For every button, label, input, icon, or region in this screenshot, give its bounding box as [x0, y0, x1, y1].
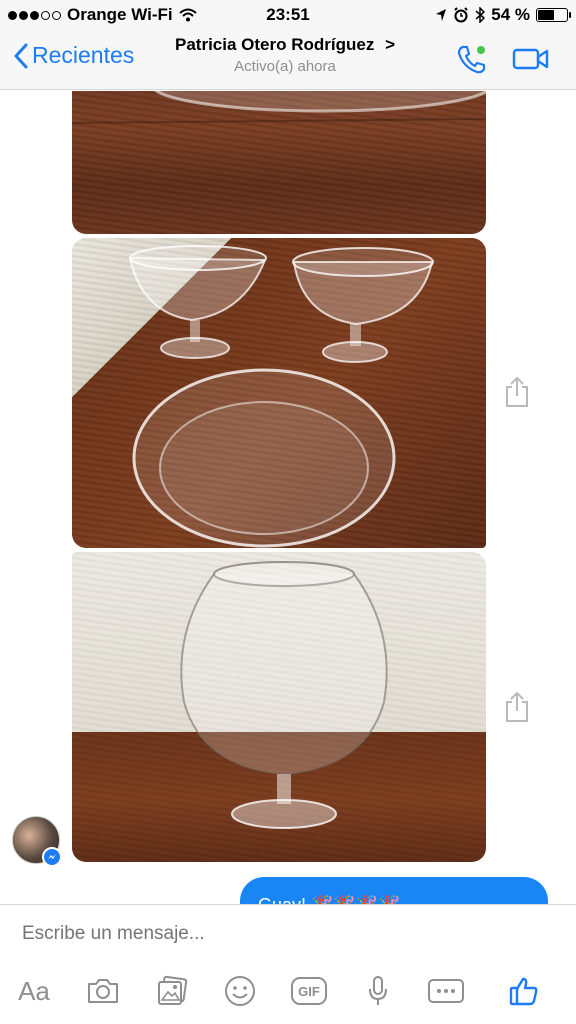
camera-icon	[88, 979, 118, 1003]
back-button[interactable]: Recientes	[14, 42, 134, 69]
battery-icon	[536, 8, 571, 22]
video-call-icon[interactable]	[512, 46, 550, 72]
back-label: Recientes	[32, 42, 135, 68]
battery-level-fill	[538, 10, 555, 20]
gallery-button[interactable]	[152, 971, 192, 1011]
phone-call-icon[interactable]	[454, 42, 488, 76]
photo-message-3[interactable]	[72, 552, 486, 862]
photo-message-1[interactable]	[72, 91, 486, 234]
contact-name-row: Patricia Otero Rodríguez >	[150, 35, 420, 55]
gif-button[interactable]: GIF	[289, 971, 329, 1011]
bluetooth-icon	[475, 7, 486, 23]
contact-status: Activo(a) ahora	[234, 58, 336, 75]
voice-message-button[interactable]	[358, 971, 398, 1011]
contact-info[interactable]: Patricia Otero Rodríguez > Activo(a) aho…	[150, 35, 420, 75]
emoji-button[interactable]	[220, 971, 260, 1011]
microphone-icon	[369, 976, 387, 1005]
outgoing-message-bubble[interactable]: Guay! 🎉🎉🎉🎉	[240, 877, 548, 904]
message-input[interactable]	[22, 923, 542, 945]
share-icon[interactable]	[504, 376, 530, 408]
share-icon[interactable]	[504, 691, 530, 723]
message-composer: Aa GIF	[0, 904, 576, 1024]
chevron-right-icon: >	[385, 35, 395, 54]
more-options-button[interactable]	[426, 971, 466, 1011]
conversation-header: Recientes Patricia Otero Rodríguez > Act…	[0, 30, 576, 90]
header-actions	[454, 42, 550, 76]
status-bar: Orange Wi-Fi 23:51 54 %	[0, 0, 576, 30]
alarm-clock-icon	[454, 7, 468, 23]
more-dots-icon	[428, 979, 464, 1003]
camera-button[interactable]	[83, 971, 123, 1011]
message-thread[interactable]: Guay! 🎉🎉🎉🎉	[0, 91, 576, 904]
photo-message-2[interactable]	[72, 238, 486, 548]
gallery-icon	[158, 975, 188, 1005]
composer-toolbar: Aa GIF	[0, 971, 576, 1011]
gif-label: GIF	[298, 983, 320, 999]
text-format-label: Aa	[18, 975, 50, 1006]
location-arrow-icon	[436, 9, 447, 21]
status-right: 54 %	[435, 5, 571, 25]
chevron-left-icon	[14, 43, 28, 68]
text-format-button[interactable]: Aa	[14, 971, 54, 1011]
contact-name: Patricia Otero Rodríguez	[175, 35, 375, 54]
battery-percent: 54 %	[491, 5, 530, 24]
smiley-icon	[225, 976, 255, 1006]
thumbs-up-icon	[509, 977, 538, 1006]
like-button[interactable]	[504, 971, 544, 1011]
messenger-badge-icon	[42, 847, 62, 867]
